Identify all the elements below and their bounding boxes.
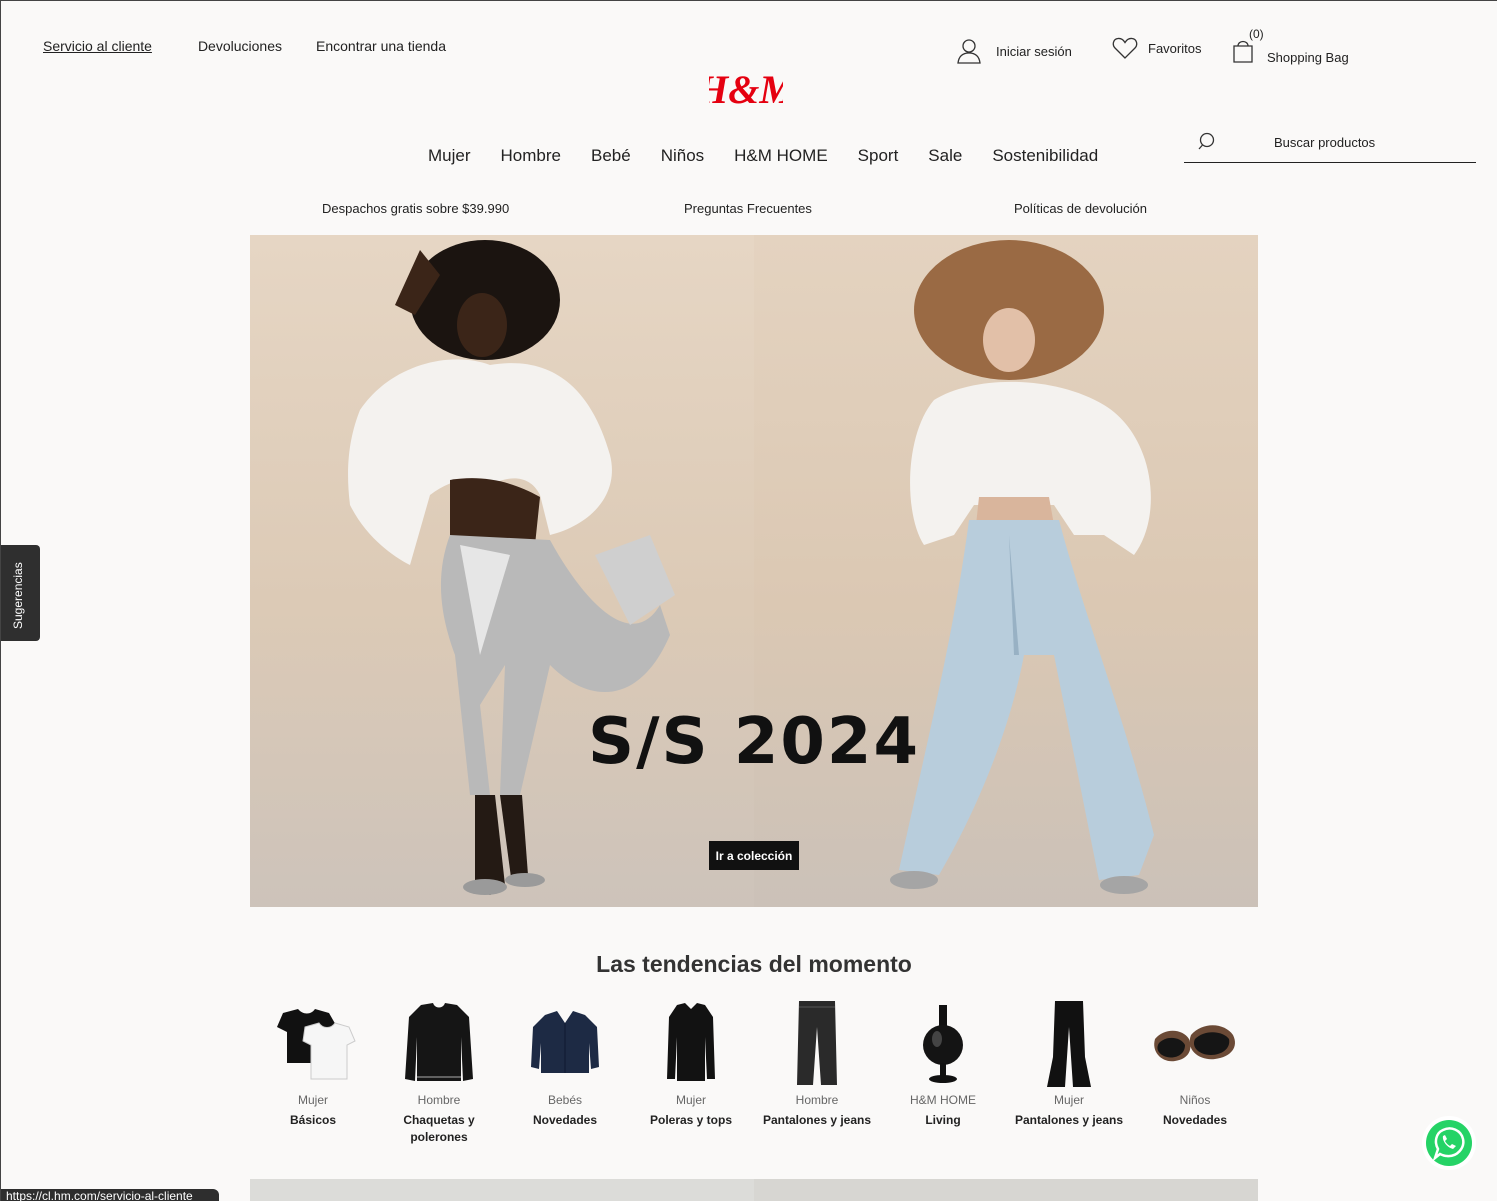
sweater-thumbnail — [405, 1003, 473, 1081]
shopping-bag-icon — [1233, 40, 1253, 63]
flare-pants-thumbnail — [1047, 1001, 1091, 1087]
utility-links: Servicio al cliente Devoluciones Encontr… — [43, 38, 446, 54]
longsleeve-top-thumbnail — [667, 1003, 715, 1081]
returns-link[interactable]: Devoluciones — [198, 38, 282, 54]
trend-name: Básicos — [289, 1113, 337, 1127]
trend-item-ninos[interactable]: Niños Novedades — [1132, 997, 1258, 1129]
trend-name: Living — [925, 1113, 961, 1127]
nav-item-bebe[interactable]: Bebé — [591, 146, 631, 166]
nav-item-ninos[interactable]: Niños — [661, 146, 704, 166]
return-policy-link[interactable]: Políticas de devolución — [1014, 201, 1147, 216]
main-nav: Mujer Hombre Bebé Niños H&M HOME Sport S… — [428, 146, 1098, 166]
user-icon — [957, 39, 981, 64]
bag-label: Shopping Bag — [1267, 50, 1349, 65]
trend-name: Novedades — [532, 1113, 598, 1127]
go-to-collection-button[interactable]: Ir a colección — [709, 841, 799, 870]
next-banner-preview-right — [754, 1179, 1258, 1201]
search-input[interactable] — [1274, 135, 1464, 150]
trend-category: Mujer — [297, 1093, 328, 1107]
faq-link[interactable]: Preguntas Frecuentes — [684, 201, 812, 216]
trend-category: Mujer — [675, 1093, 706, 1107]
nav-item-hombre[interactable]: Hombre — [501, 146, 561, 166]
free-shipping-link[interactable]: Despachos gratis sobre $39.990 — [322, 201, 509, 216]
trend-item-basicos[interactable]: Mujer Básicos — [250, 997, 376, 1129]
nav-item-sport[interactable]: Sport — [858, 146, 899, 166]
trend-category: Niños — [1179, 1093, 1211, 1107]
hm-logo-text: H&M — [709, 67, 783, 112]
nav-item-sostenibilidad[interactable]: Sostenibilidad — [992, 146, 1098, 166]
next-banner-preview — [250, 1179, 1258, 1201]
jeans-thumbnail — [797, 1001, 837, 1085]
trend-item-poleras[interactable]: Mujer Poleras y tops — [628, 997, 754, 1129]
whatsapp-icon[interactable] — [1421, 1115, 1477, 1171]
trend-item-chaquetas[interactable]: Hombre Chaquetas y polerones — [376, 997, 502, 1146]
search-icon[interactable] — [1198, 132, 1218, 152]
trends-list: Mujer Básicos Hombre Chaquetas y poleron… — [250, 997, 1258, 1157]
info-strip: Despachos gratis sobre $39.990 Preguntas… — [250, 201, 1258, 217]
trend-name: Pantalones y jeans — [762, 1113, 872, 1127]
login-button[interactable]: Iniciar sesión — [956, 38, 1072, 64]
trend-item-pantalones-mujer[interactable]: Mujer Pantalones y jeans — [1006, 997, 1132, 1129]
tshirts-thumbnail — [277, 1009, 356, 1080]
trend-category: Bebés — [547, 1093, 583, 1107]
hero-model-right — [890, 240, 1154, 894]
hero-image-left — [250, 235, 754, 907]
trend-category: Mujer — [1053, 1093, 1084, 1107]
hero-title: S/S 2024 — [588, 705, 920, 779]
hm-logo[interactable]: H&M — [709, 63, 783, 113]
vase-thumbnail — [923, 1005, 963, 1083]
bag-count: (0) — [1249, 27, 1264, 41]
status-url: https://cl.hm.com/servicio-al-cliente — [1, 1189, 219, 1201]
trend-name: Novedades — [1162, 1113, 1228, 1127]
hero-image-right — [754, 235, 1258, 907]
nav-item-hm-home[interactable]: H&M HOME — [734, 146, 828, 166]
trend-category: Hombre — [795, 1093, 839, 1107]
feedback-tab[interactable]: Sugerencias — [1, 545, 40, 641]
trend-item-bebes[interactable]: Bebés Novedades — [502, 997, 628, 1129]
favorites-button[interactable]: Favoritos — [1112, 36, 1201, 60]
cardigan-thumbnail — [531, 1011, 599, 1073]
ballet-flats-thumbnail — [1154, 1025, 1235, 1062]
trend-category: H&M HOME — [910, 1093, 976, 1107]
login-label: Iniciar sesión — [996, 43, 1072, 59]
shopping-bag-button[interactable]: (0) Shopping Bag — [1232, 27, 1349, 65]
trend-item-living[interactable]: H&M HOME Living — [880, 997, 1006, 1129]
nav-item-sale[interactable]: Sale — [928, 146, 962, 166]
nav-item-mujer[interactable]: Mujer — [428, 146, 471, 166]
find-store-link[interactable]: Encontrar una tienda — [316, 38, 446, 54]
trends-title: Las tendencias del momento — [596, 951, 912, 977]
customer-service-link[interactable]: Servicio al cliente — [43, 38, 152, 54]
search-bar — [1184, 129, 1476, 163]
heart-icon — [1112, 37, 1138, 59]
favorites-label: Favoritos — [1148, 40, 1202, 56]
trend-category: Hombre — [417, 1093, 461, 1107]
trend-name: Pantalones y jeans — [1014, 1113, 1124, 1127]
trend-name: Chaquetas y polerones — [403, 1113, 475, 1144]
trend-item-pantalones-hombre[interactable]: Hombre Pantalones y jeans — [754, 997, 880, 1129]
hero-model-left — [348, 240, 675, 895]
trend-name: Poleras y tops — [649, 1113, 733, 1127]
hero-banner[interactable]: S/S 2024 Ir a colección — [250, 235, 1258, 907]
feedback-tab-label: Sugerencias — [11, 562, 25, 629]
